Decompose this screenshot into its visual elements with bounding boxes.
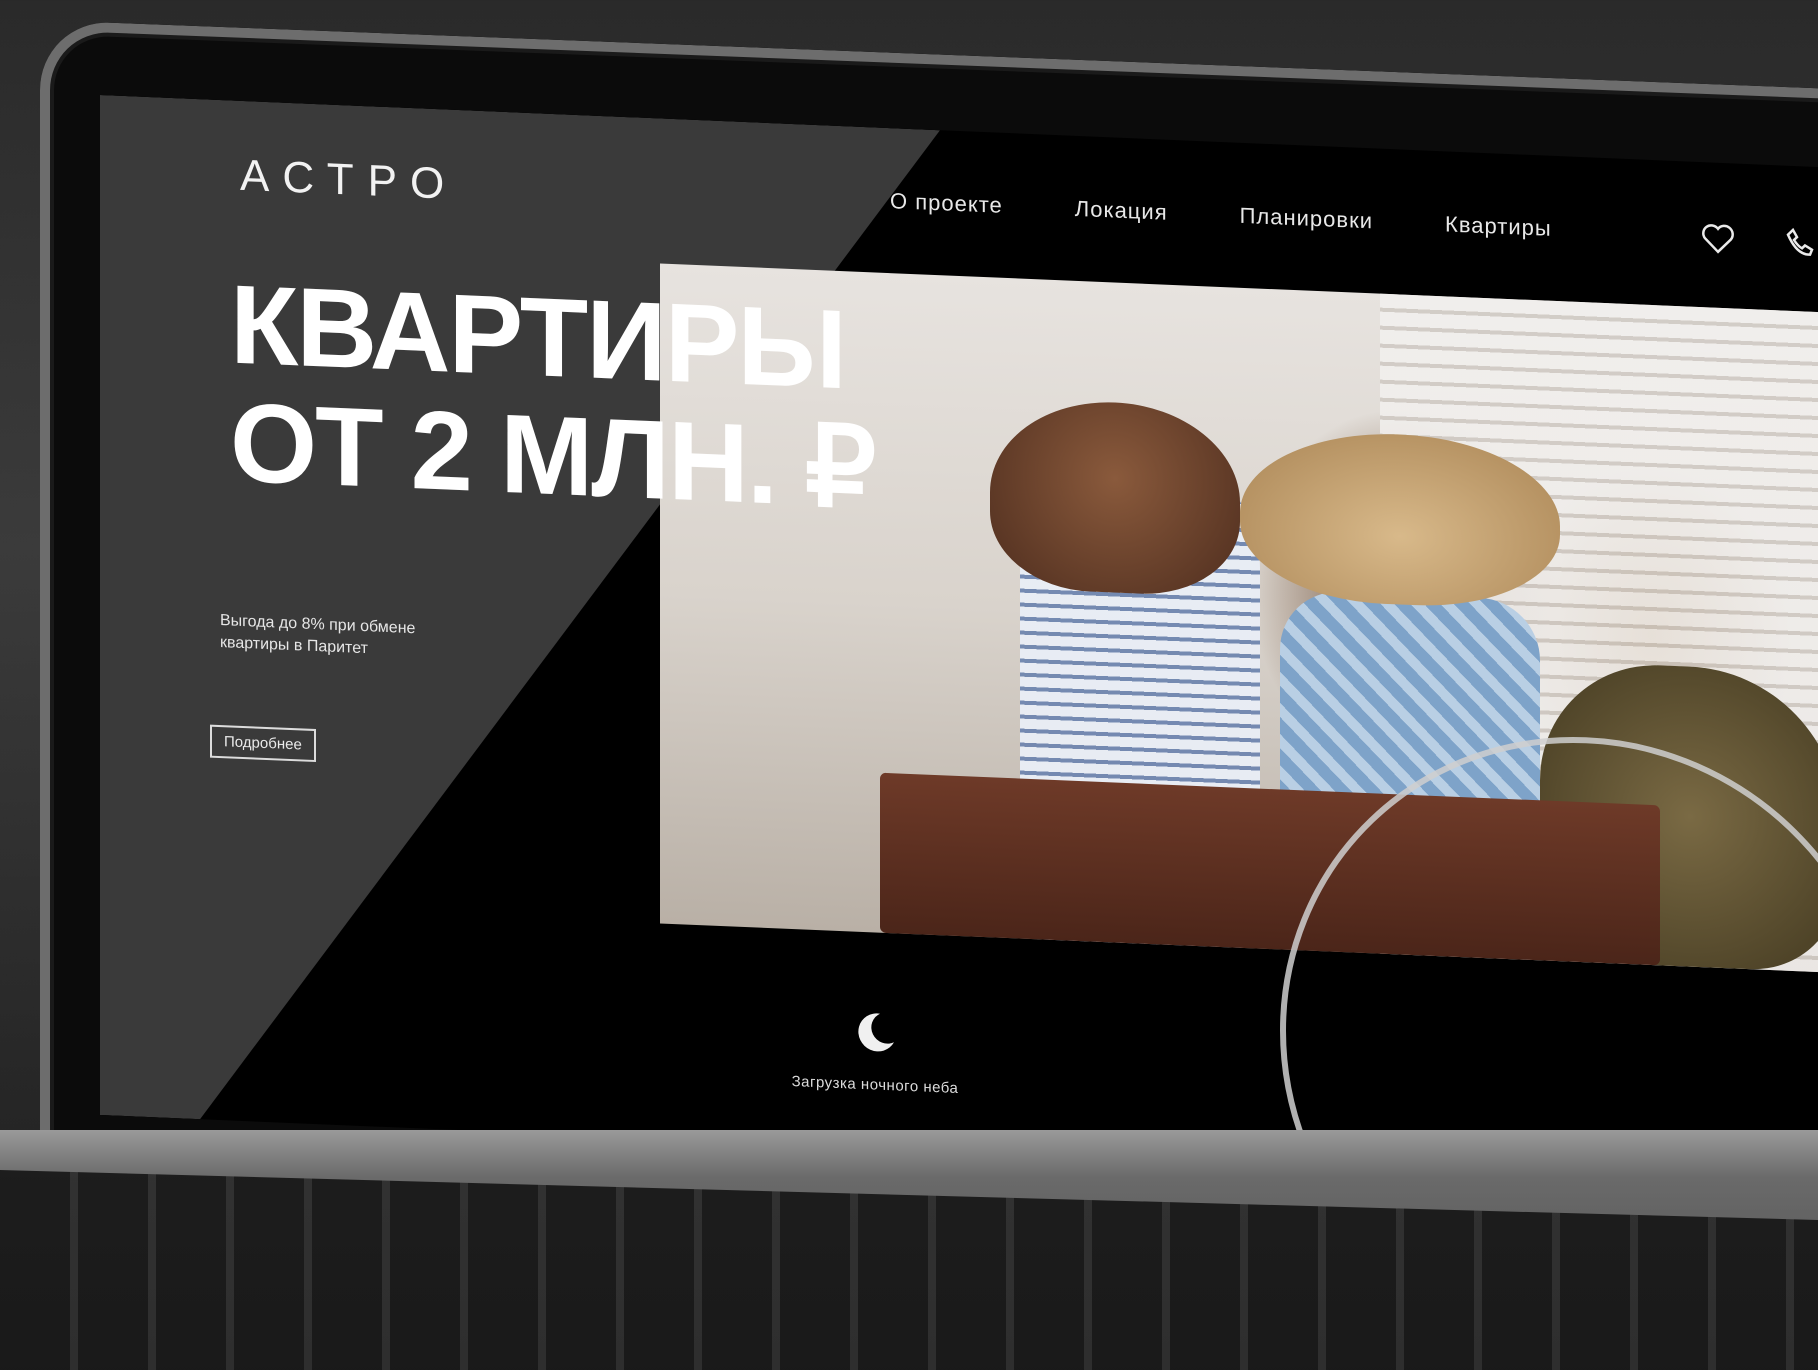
nav-item-layouts[interactable]: Планировки — [1240, 203, 1373, 235]
headline-line-2: ОТ 2 МЛН. ₽ — [230, 379, 875, 532]
crescent-icon — [858, 1013, 894, 1052]
nav-item-apartments[interactable]: Квартиры — [1445, 211, 1552, 241]
details-button[interactable]: Подробнее — [210, 724, 316, 763]
brand-logo[interactable]: АСТРО — [240, 151, 458, 210]
nav-item-location[interactable]: Локация — [1075, 196, 1168, 226]
header-actions — [1700, 220, 1818, 261]
nav-item-about[interactable]: О проекте — [890, 188, 1003, 219]
aviator-hat — [990, 397, 1240, 598]
phone-icon[interactable] — [1782, 223, 1818, 261]
heart-icon[interactable] — [1700, 220, 1736, 258]
hero-headline: КВАРТИРЫ ОТ 2 МЛН. ₽ — [230, 261, 875, 532]
main-nav: О проекте Локация Планировки Квартиры — [890, 188, 1552, 242]
promo-text: Выгода до 8% при обмене квартиры в Парит… — [220, 612, 416, 658]
browser-screen: АСТРО О проекте Локация Планировки Кварт… — [100, 95, 1818, 1191]
sky-loader: Загрузка ночного неба — [765, 1003, 985, 1098]
loader-caption: Загрузка ночного неба — [791, 1072, 959, 1097]
